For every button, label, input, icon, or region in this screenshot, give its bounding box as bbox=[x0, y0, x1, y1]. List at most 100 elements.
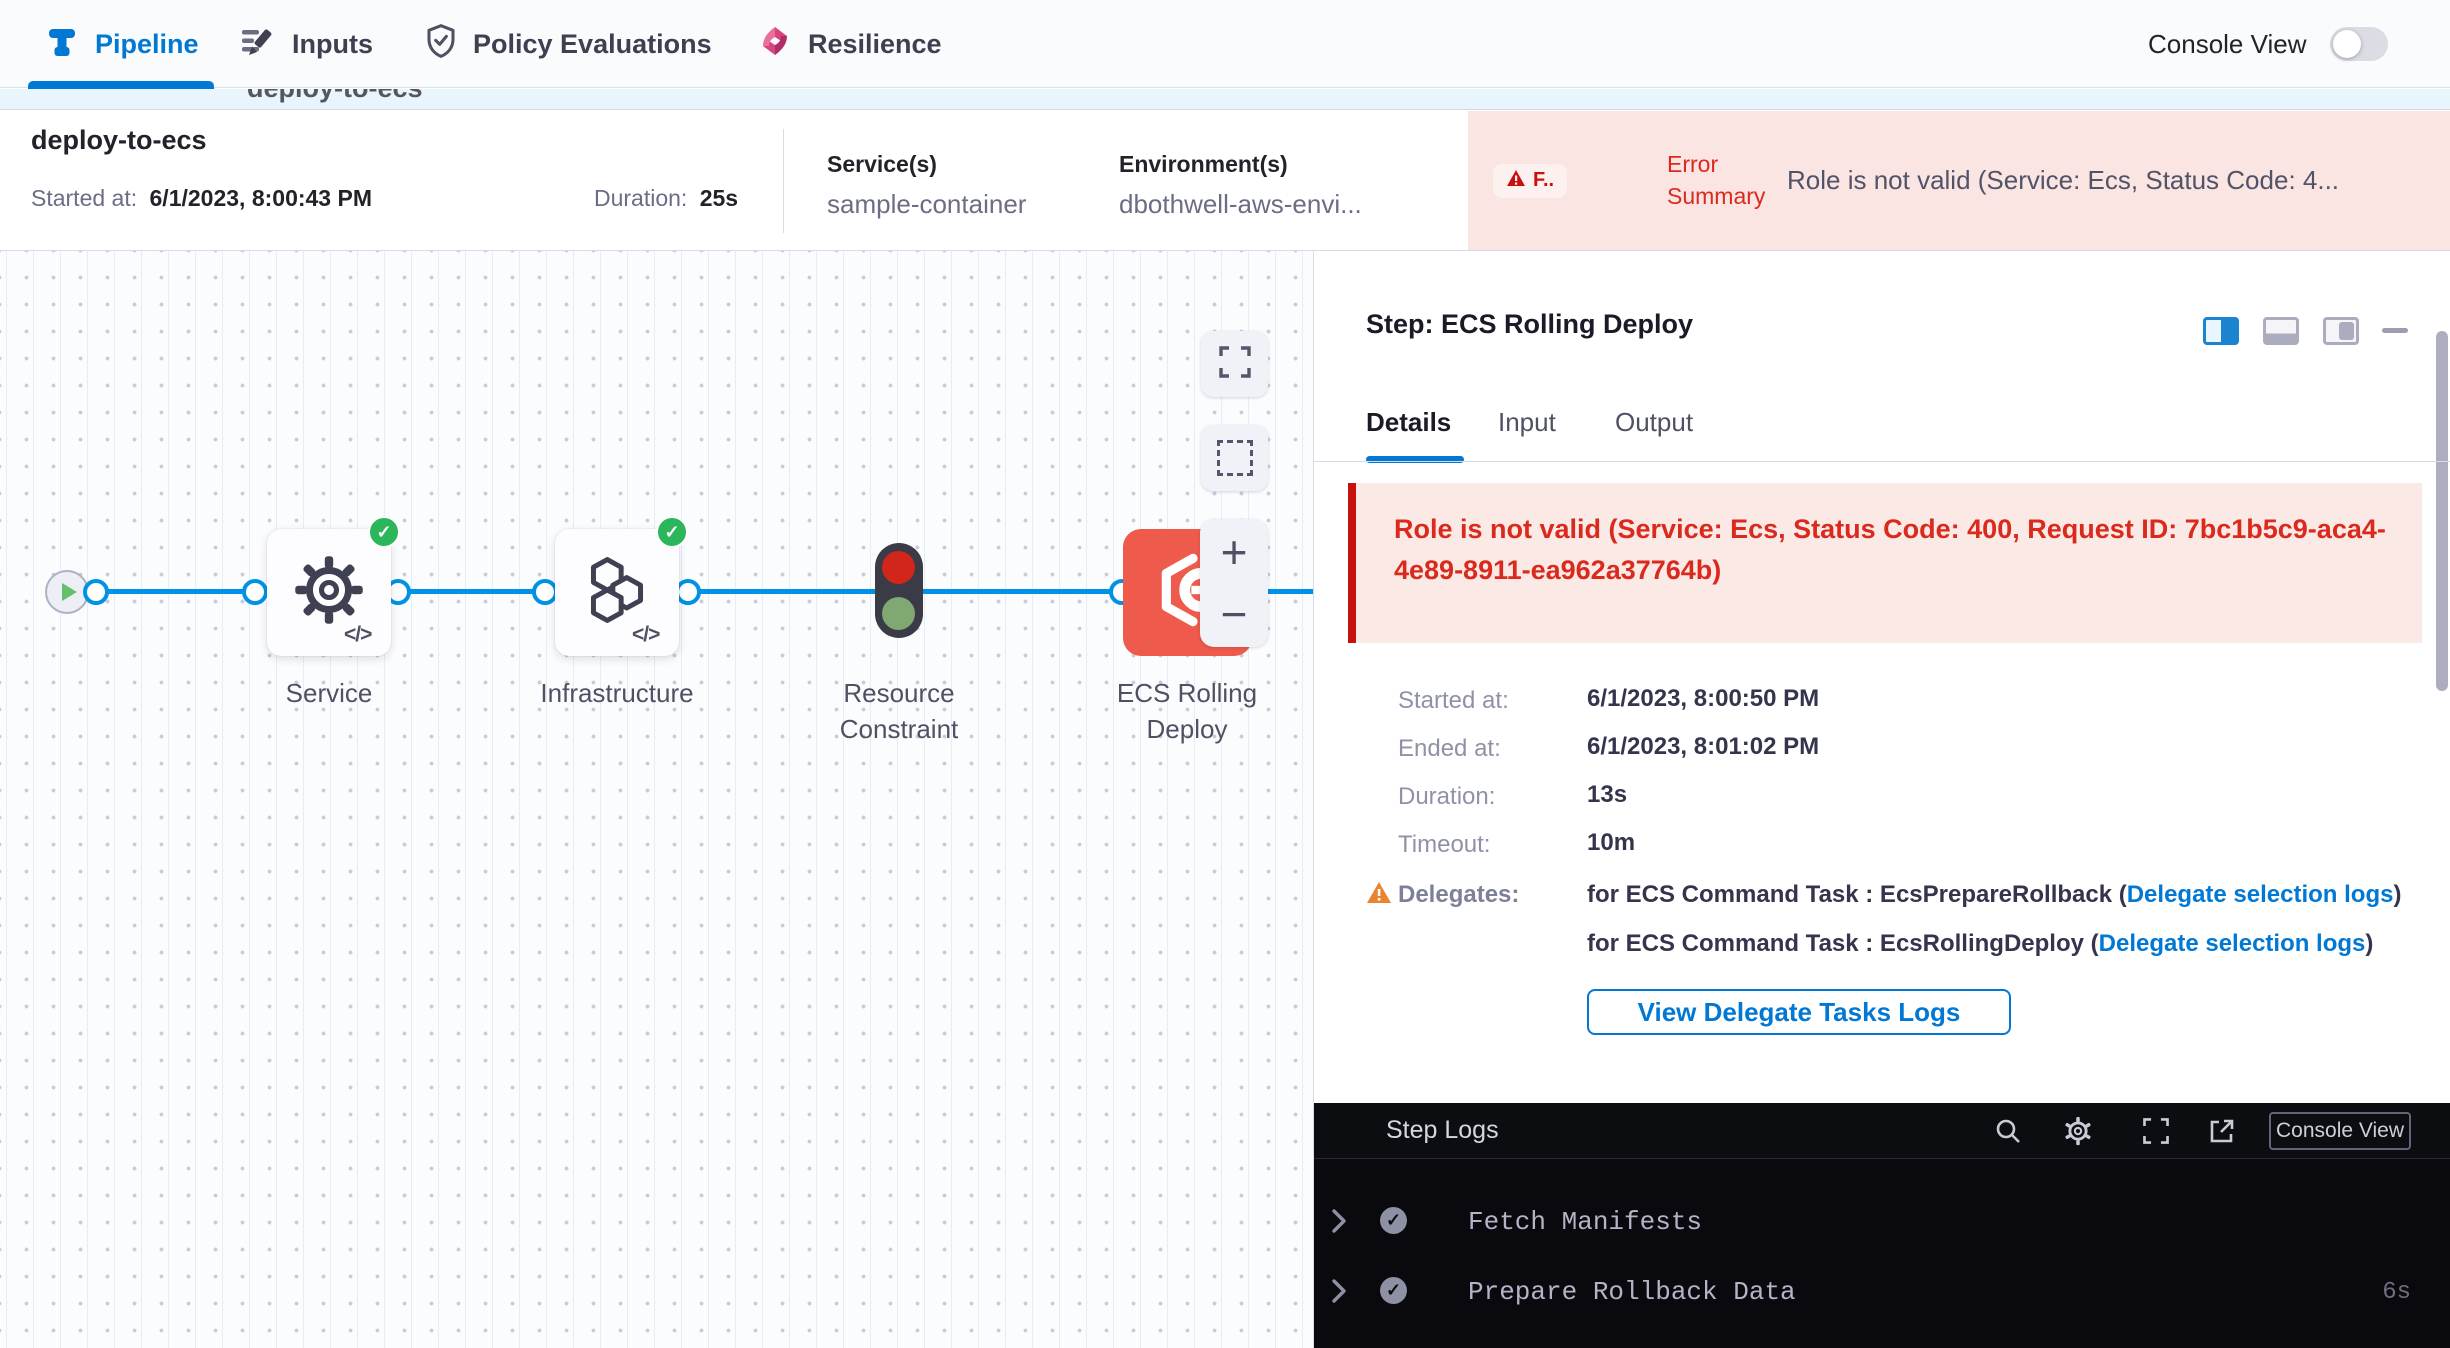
step-error-message: Role is not valid (Service: Ecs, Status … bbox=[1394, 514, 2386, 585]
duration-value: 25s bbox=[700, 185, 738, 211]
connector-line bbox=[391, 589, 555, 594]
panel-scrollbar-thumb[interactable] bbox=[2436, 331, 2448, 691]
pipeline-canvas[interactable]: ✓ </> Service ✓ </> Infrastructure Re bbox=[0, 251, 1313, 1348]
tabs-border bbox=[1314, 461, 2450, 462]
clipped-pipeline-name: deploy-to-ecs bbox=[247, 89, 2450, 104]
app-root: Pipeline Inputs Policy Evaluations Resil… bbox=[0, 0, 2450, 1348]
duration-label: Duration: bbox=[594, 185, 687, 211]
step-logs-title: Step Logs bbox=[1386, 1116, 1499, 1145]
hexagons-icon bbox=[581, 554, 653, 631]
shield-check-icon bbox=[425, 23, 457, 66]
connector-port bbox=[242, 579, 268, 605]
top-nav: Pipeline Inputs Policy Evaluations Resil… bbox=[0, 0, 2450, 88]
zoom-in-button[interactable]: + bbox=[1221, 529, 1248, 575]
success-check-icon: ✓ bbox=[368, 516, 400, 548]
delegate-entry-prefix: for ECS Command Task : EcsPrepareRollbac… bbox=[1587, 881, 2127, 908]
step-details-panel: Step: ECS Rolling Deploy Details Input O… bbox=[1313, 251, 2450, 1348]
layout-bottom-panel-icon[interactable] bbox=[2263, 317, 2299, 345]
log-success-check-icon: ✓ bbox=[1380, 1277, 1407, 1304]
step-logs-header: Step Logs Console View bbox=[1314, 1103, 2450, 1159]
step-error-banner: Role is not valid (Service: Ecs, Status … bbox=[1348, 483, 2422, 643]
log-row-prepare-rollback-data[interactable]: ✓ Prepare Rollback Data 6s bbox=[1314, 1273, 2450, 1313]
services-label: Service(s) bbox=[827, 151, 937, 178]
inputs-icon bbox=[240, 24, 276, 65]
detail-value-duration: 13s bbox=[1587, 781, 1627, 809]
resilience-icon bbox=[758, 24, 792, 65]
started-at-value: 6/1/2023, 8:00:43 PM bbox=[150, 185, 372, 211]
tab-inputs-label: Inputs bbox=[292, 29, 373, 60]
warning-triangle-icon bbox=[1506, 169, 1526, 193]
log-row-duration: 6s bbox=[2382, 1279, 2411, 1306]
log-row-fetch-manifests[interactable]: ✓ Fetch Manifests bbox=[1314, 1203, 2450, 1243]
canvas-zoom-panel: + − bbox=[1200, 519, 1268, 647]
log-row-label: Prepare Rollback Data bbox=[1468, 1277, 1796, 1307]
console-view-label: Console View bbox=[2148, 0, 2307, 88]
error-summary-strip: F.. Error Summary Role is not valid (Ser… bbox=[1468, 111, 2450, 250]
tab-inputs[interactable]: Inputs bbox=[240, 0, 373, 88]
detail-value-timeout: 10m bbox=[1587, 829, 1635, 857]
tab-output[interactable]: Output bbox=[1615, 407, 1693, 438]
tab-pipeline-label: Pipeline bbox=[95, 29, 199, 60]
canvas-select-button[interactable] bbox=[1201, 425, 1268, 491]
open-external-logs-button[interactable] bbox=[2206, 1115, 2238, 1147]
delegates-warning-icon bbox=[1366, 881, 1392, 909]
started-at-label: Started at: bbox=[31, 185, 137, 211]
failed-status-badge: F.. bbox=[1493, 164, 1567, 198]
code-icon: </> bbox=[344, 623, 371, 647]
tab-policy-evaluations[interactable]: Policy Evaluations bbox=[425, 0, 712, 88]
success-check-icon: ✓ bbox=[656, 516, 688, 548]
node-infrastructure-label: Infrastructure bbox=[507, 675, 727, 711]
tab-resilience[interactable]: Resilience bbox=[758, 0, 942, 88]
canvas-fullscreen-button[interactable] bbox=[1201, 331, 1268, 397]
log-row-label: Fetch Manifests bbox=[1468, 1207, 1702, 1237]
expand-logs-button[interactable] bbox=[2140, 1115, 2172, 1147]
delegate-entry-prefix: for ECS Command Task : EcsRollingDeploy … bbox=[1587, 930, 2099, 957]
red-light-icon bbox=[882, 551, 915, 584]
detail-label-ended: Ended at: bbox=[1398, 735, 1501, 763]
started-at-row: Started at: 6/1/2023, 8:00:43 PM bbox=[31, 185, 372, 212]
node-service-label: Service bbox=[219, 675, 439, 711]
header-divider bbox=[783, 129, 784, 233]
tab-policy-evaluations-label: Policy Evaluations bbox=[473, 29, 712, 60]
chevron-right-icon[interactable] bbox=[1330, 1278, 1348, 1309]
logs-console-view-button[interactable]: Console View bbox=[2269, 1112, 2411, 1150]
run-header: deploy-to-ecs Started at: 6/1/2023, 8:00… bbox=[0, 111, 2450, 251]
step-logs-section: Step Logs Console View ✓ bbox=[1314, 1103, 2450, 1348]
delegate-entry: for ECS Command Task : EcsRollingDeploy … bbox=[1587, 928, 2450, 960]
tab-pipeline[interactable]: Pipeline bbox=[45, 0, 199, 88]
node-infrastructure[interactable] bbox=[555, 529, 679, 656]
delegate-selection-logs-link[interactable]: Delegate selection logs bbox=[2099, 930, 2366, 957]
delegate-selection-logs-link[interactable]: Delegate selection logs bbox=[2127, 881, 2394, 908]
console-view-toggle[interactable] bbox=[2330, 27, 2388, 61]
search-logs-button[interactable] bbox=[1992, 1115, 2024, 1147]
services-value: sample-container bbox=[827, 189, 1026, 220]
node-service[interactable] bbox=[267, 529, 391, 656]
node-resource-constraint[interactable] bbox=[875, 543, 923, 638]
scrolled-breadcrumb-strip: deploy-to-ecs bbox=[0, 89, 2450, 110]
green-light-icon bbox=[882, 597, 915, 630]
layout-right-panel-icon[interactable] bbox=[2203, 317, 2239, 345]
minimize-panel-button[interactable] bbox=[2382, 328, 2408, 333]
log-success-check-icon: ✓ bbox=[1380, 1207, 1407, 1234]
duration-row: Duration: 25s bbox=[594, 185, 738, 212]
view-delegate-tasks-logs-button[interactable]: View Delegate Tasks Logs bbox=[1587, 989, 2011, 1035]
delegate-entry-suffix: ) bbox=[2365, 930, 2373, 957]
layout-floating-panel-icon[interactable] bbox=[2323, 317, 2359, 345]
tab-input[interactable]: Input bbox=[1498, 407, 1556, 438]
failed-badge-text: F.. bbox=[1533, 169, 1554, 192]
detail-value-started: 6/1/2023, 8:00:50 PM bbox=[1587, 685, 1819, 713]
detail-label-delegates: Delegates: bbox=[1398, 881, 1519, 909]
detail-label-started: Started at: bbox=[1398, 687, 1509, 715]
chevron-right-icon[interactable] bbox=[1330, 1208, 1348, 1239]
delegates-list: for ECS Command Task : EcsPrepareRollbac… bbox=[1587, 879, 2450, 977]
pipeline-name-title: deploy-to-ecs bbox=[31, 125, 207, 156]
tab-resilience-label: Resilience bbox=[808, 29, 942, 60]
marquee-select-icon bbox=[1217, 440, 1253, 476]
log-settings-button[interactable] bbox=[2062, 1115, 2094, 1147]
tab-details[interactable]: Details bbox=[1366, 407, 1451, 438]
detail-label-duration: Duration: bbox=[1398, 783, 1495, 811]
code-icon: </> bbox=[632, 623, 659, 647]
node-resource-constraint-label: Resource Constraint bbox=[799, 675, 999, 748]
zoom-out-button[interactable]: − bbox=[1221, 591, 1248, 637]
layout-inner-rect bbox=[2339, 322, 2354, 340]
